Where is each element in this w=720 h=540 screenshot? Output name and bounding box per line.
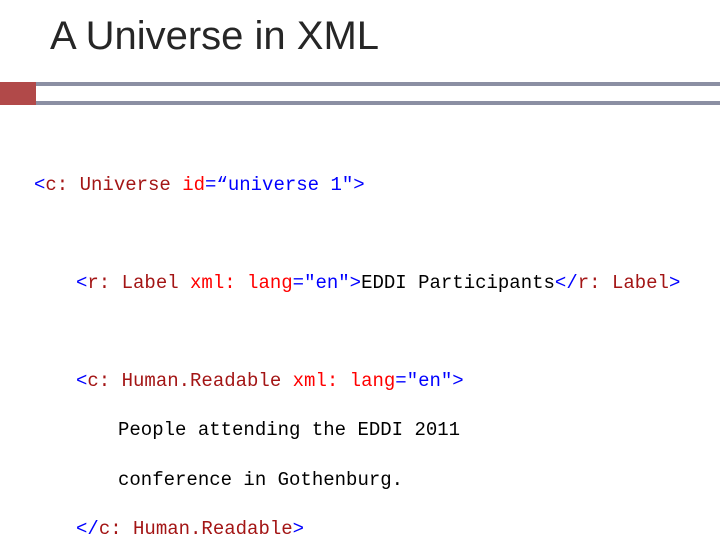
code-line-4: People attending the EDDI 2011	[118, 418, 680, 443]
attr-value: “universe 1"	[216, 174, 353, 196]
xml-code-block: <c: Universe id=“universe 1"> <r: Label …	[34, 148, 680, 540]
code-line-3: <c: Human.Readable xml: lang="en">	[76, 369, 680, 394]
attr-name: id	[182, 174, 205, 196]
divider-top	[36, 82, 720, 86]
code-line-5: conference in Gothenburg.	[118, 468, 680, 493]
code-line-2: <r: Label xml: lang="en">EDDI Participan…	[76, 271, 680, 296]
angle-close: >	[353, 174, 364, 196]
slide-title: A Universe in XML	[50, 14, 379, 59]
accent-box	[0, 82, 36, 105]
divider-bottom	[36, 101, 720, 105]
code-line-6: </c: Human.Readable>	[76, 517, 680, 540]
element-name: c: Universe	[45, 174, 170, 196]
slide: A Universe in XML <c: Universe id=“unive…	[0, 0, 720, 540]
label-text: EDDI Participants	[361, 272, 555, 294]
equals: =	[205, 174, 216, 196]
angle-open: <	[34, 174, 45, 196]
code-line-1: <c: Universe id=“universe 1">	[34, 173, 680, 198]
